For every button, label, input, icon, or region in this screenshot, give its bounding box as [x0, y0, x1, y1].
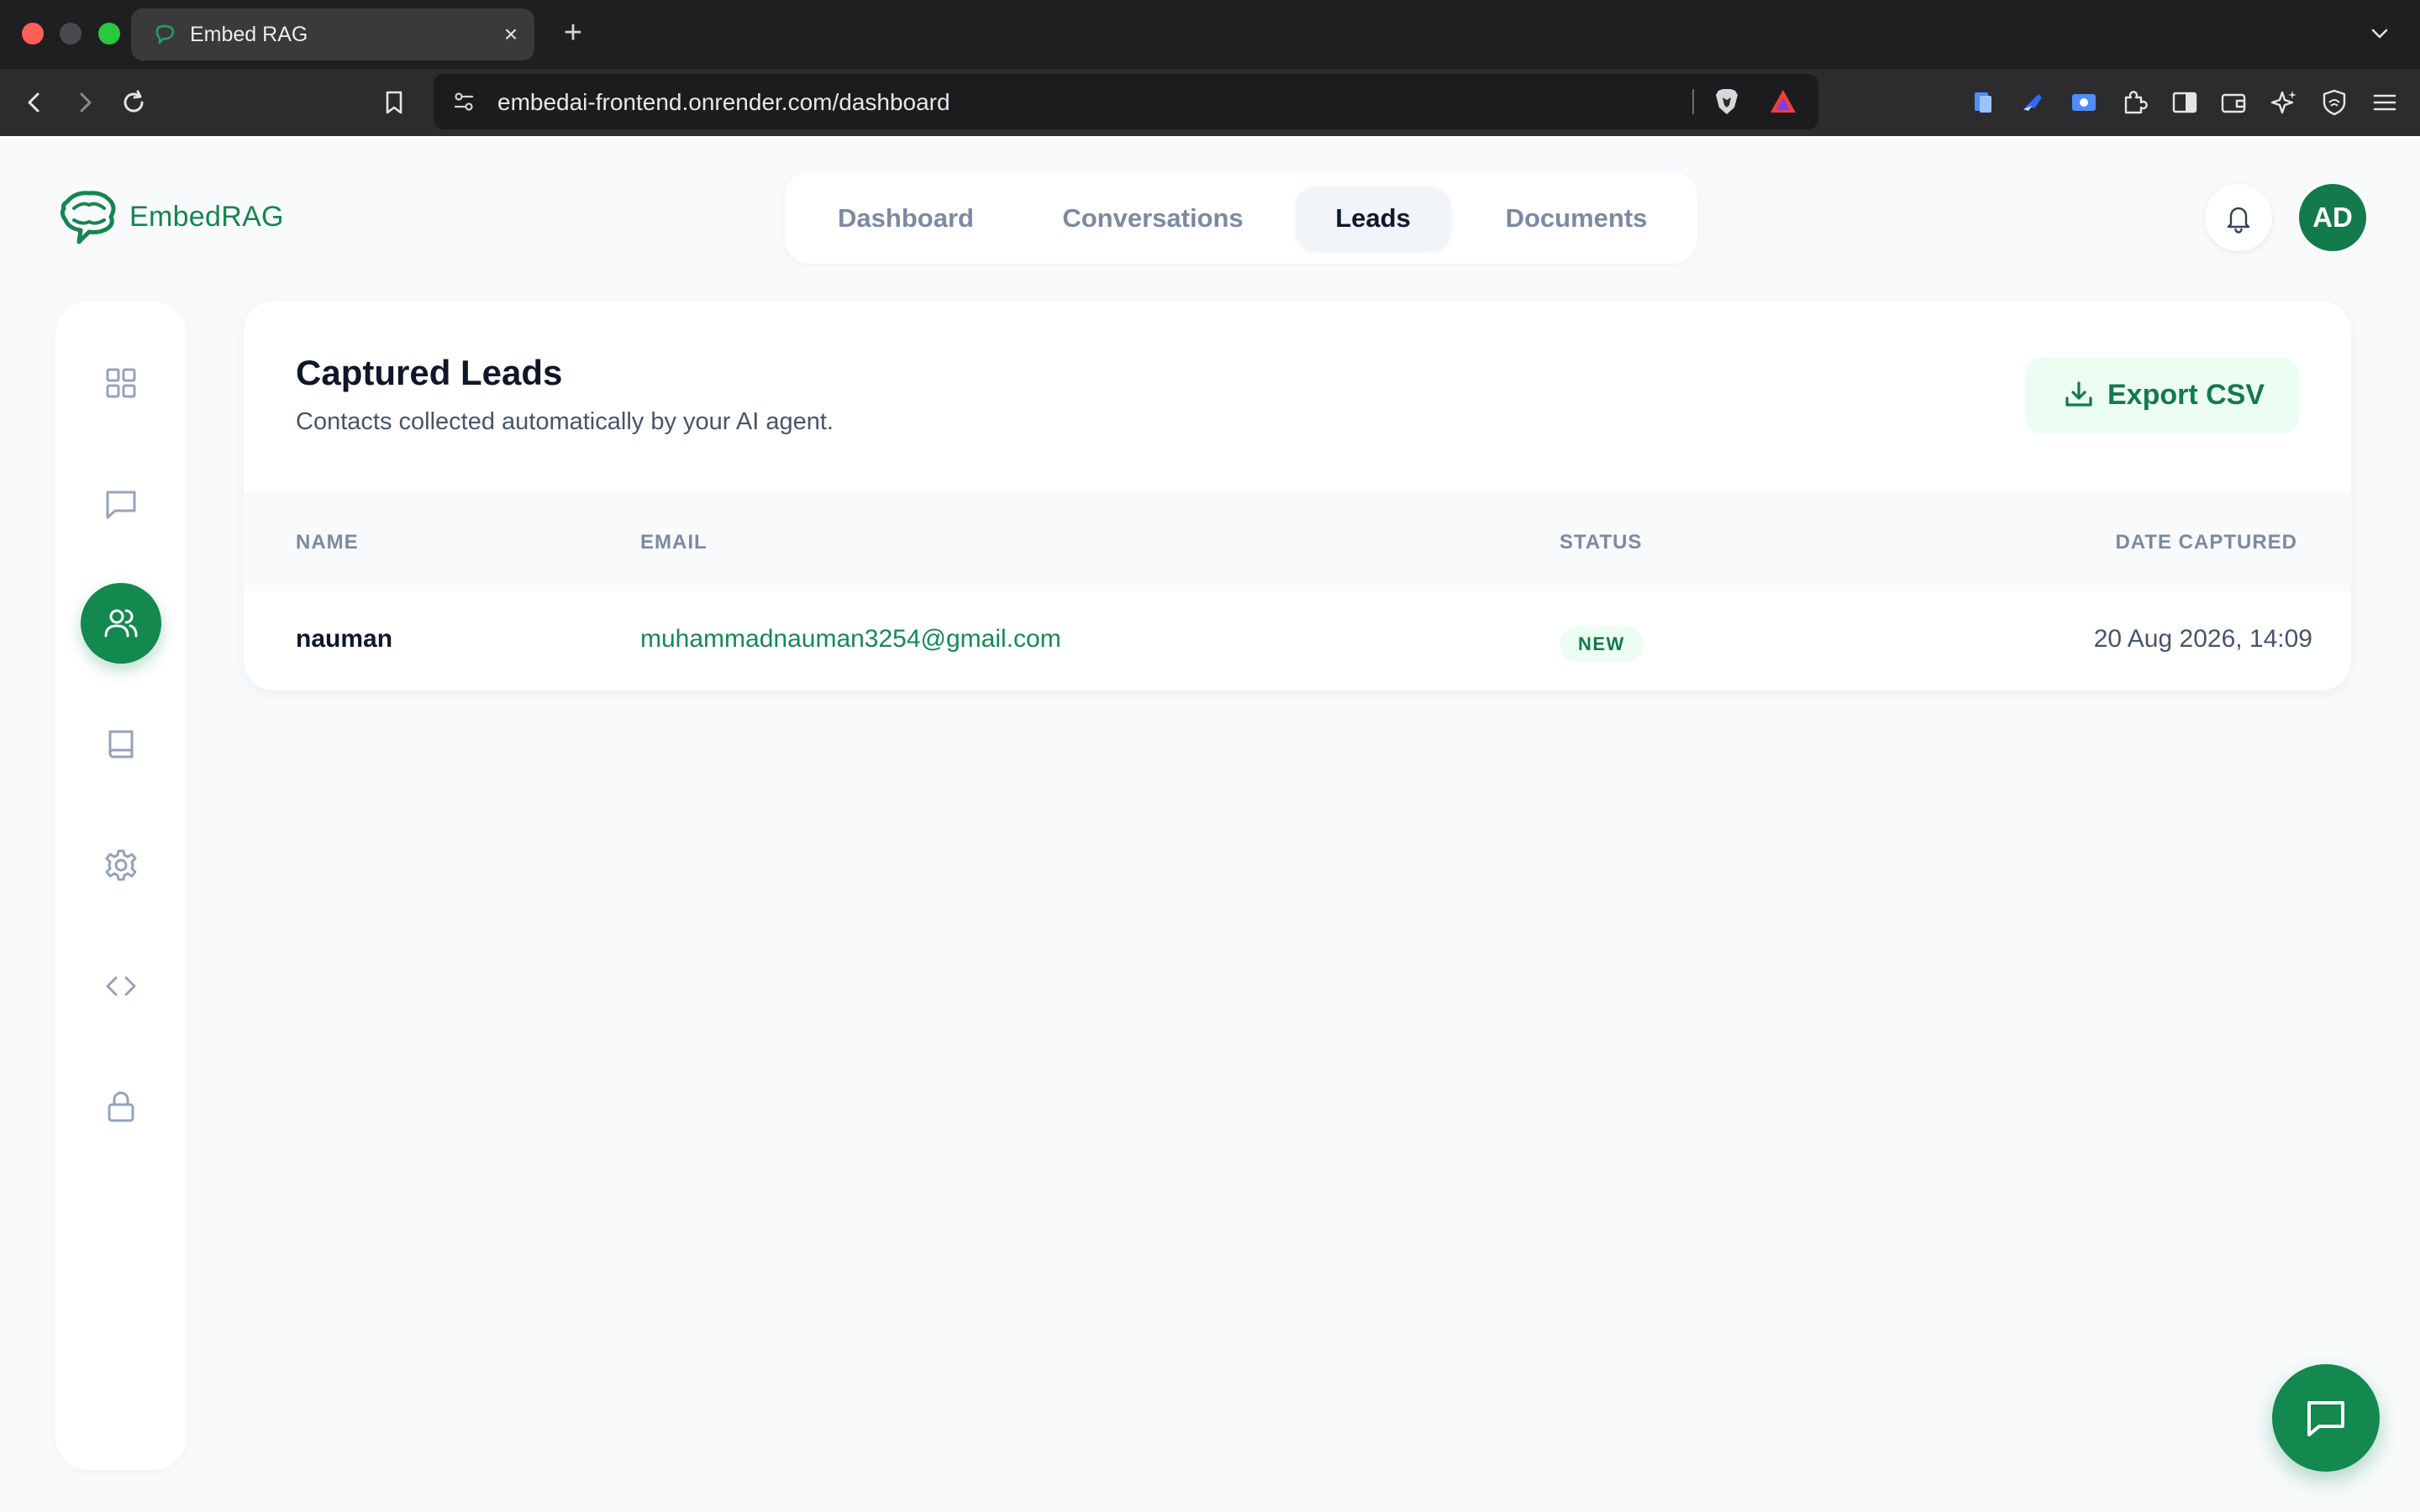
page-title: Captured Leads	[296, 353, 563, 392]
browser-menu-icon[interactable]	[2368, 86, 2402, 119]
sidebar-item-security[interactable]	[81, 1067, 161, 1147]
avatar[interactable]: AD	[2299, 184, 2366, 251]
book-icon	[108, 730, 134, 759]
new-tab-button[interactable]: +	[558, 17, 588, 49]
browser-toolbar: embedai-frontend.onrender.com/dashboard	[0, 69, 2420, 136]
embedrag-logo-icon	[60, 191, 116, 244]
export-csv-button[interactable]: Export CSV	[2025, 358, 2299, 433]
chevron-down-icon[interactable]	[2366, 20, 2393, 47]
column-header-name[interactable]: NAME	[296, 531, 359, 554]
chat-icon	[106, 491, 136, 519]
tab-conversations[interactable]: Conversations	[1044, 186, 1262, 250]
browser-tab[interactable]: Embed RAG ×	[131, 8, 534, 60]
minimize-window-button[interactable]	[60, 23, 82, 45]
brand[interactable]: EmbedRAG	[55, 186, 284, 247]
extension-screen-icon[interactable]	[2067, 86, 2101, 119]
sidebar-item-embed-code[interactable]	[81, 946, 161, 1026]
close-window-button[interactable]	[22, 23, 44, 45]
wallet-icon[interactable]	[2217, 86, 2250, 119]
column-header-date[interactable]: DATE CAPTURED	[2115, 531, 2297, 554]
tab-title: Embed RAG	[190, 23, 308, 46]
lead-date: 20 Aug 2026, 14:09	[2093, 625, 2312, 653]
sidebar-item-knowledge[interactable]	[81, 704, 161, 785]
brand-name: EmbedRAG	[129, 200, 284, 233]
chat-bubble-icon	[2307, 1401, 2344, 1436]
lead-email-link[interactable]: muhammadnauman3254@gmail.com	[640, 625, 1061, 654]
site-settings-icon[interactable]	[450, 88, 477, 115]
lead-name: nauman	[296, 625, 393, 653]
table-header: NAME EMAIL STATUS DATE CAPTURED	[244, 492, 2351, 591]
extensions-puzzle-icon[interactable]	[2118, 86, 2151, 119]
sidebar-item-conversations[interactable]	[81, 464, 161, 544]
lock-icon	[108, 1091, 134, 1122]
forward-arrow-icon[interactable]	[66, 83, 104, 122]
vpn-shield-icon[interactable]	[2317, 86, 2351, 119]
column-header-status[interactable]: STATUS	[1560, 531, 1642, 554]
sidebar-toggle-icon[interactable]	[2168, 86, 2202, 119]
brave-rewards-icon[interactable]	[1768, 87, 1798, 117]
column-header-email[interactable]: EMAIL	[640, 531, 708, 554]
leo-ai-icon[interactable]	[2267, 86, 2301, 119]
extension-docs-icon[interactable]	[1966, 86, 2000, 119]
bookmark-icon[interactable]	[375, 83, 413, 122]
chat-widget-button[interactable]	[2272, 1364, 2380, 1472]
address-bar[interactable]: embedai-frontend.onrender.com/dashboard	[434, 74, 1818, 129]
sidebar-item-dashboard[interactable]	[81, 343, 161, 423]
maximize-window-button[interactable]	[98, 23, 120, 45]
gear-icon	[105, 849, 137, 881]
tab-dashboard[interactable]: Dashboard	[813, 186, 998, 250]
back-arrow-icon[interactable]	[15, 83, 54, 122]
tab-documents[interactable]: Documents	[1484, 186, 1669, 250]
brave-shields-icon[interactable]	[1712, 87, 1741, 117]
sidebar-item-settings[interactable]	[81, 825, 161, 906]
url-divider	[1692, 89, 1694, 114]
leads-card: Captured Leads Contacts collected automa…	[244, 301, 2351, 690]
browser-tab-bar: Embed RAG × +	[0, 0, 2420, 69]
page-subtitle: Contacts collected automatically by your…	[296, 408, 834, 435]
tab-close-icon[interactable]: ×	[497, 21, 524, 48]
bell-icon	[2227, 207, 2250, 234]
reload-icon[interactable]	[114, 83, 153, 122]
top-navigation: Dashboard Conversations Leads Documents	[785, 171, 1697, 264]
table-row[interactable]: nauman muhammadnauman3254@gmail.com NEW …	[244, 591, 2351, 690]
extension-bird-icon[interactable]	[2017, 86, 2050, 119]
notifications-button[interactable]	[2205, 184, 2272, 251]
tab-leads[interactable]: Leads	[1296, 186, 1450, 250]
export-csv-label: Export CSV	[2107, 379, 2265, 411]
code-icon	[106, 976, 136, 996]
grid-icon	[106, 368, 136, 398]
sidebar-item-leads[interactable]	[81, 583, 161, 664]
sidebar	[55, 301, 187, 1470]
download-icon	[2065, 381, 2092, 407]
embedrag-favicon-icon	[155, 24, 175, 45]
url-text[interactable]: embedai-frontend.onrender.com/dashboard	[497, 89, 950, 116]
status-badge: NEW	[1560, 627, 1644, 662]
users-icon	[104, 609, 138, 638]
